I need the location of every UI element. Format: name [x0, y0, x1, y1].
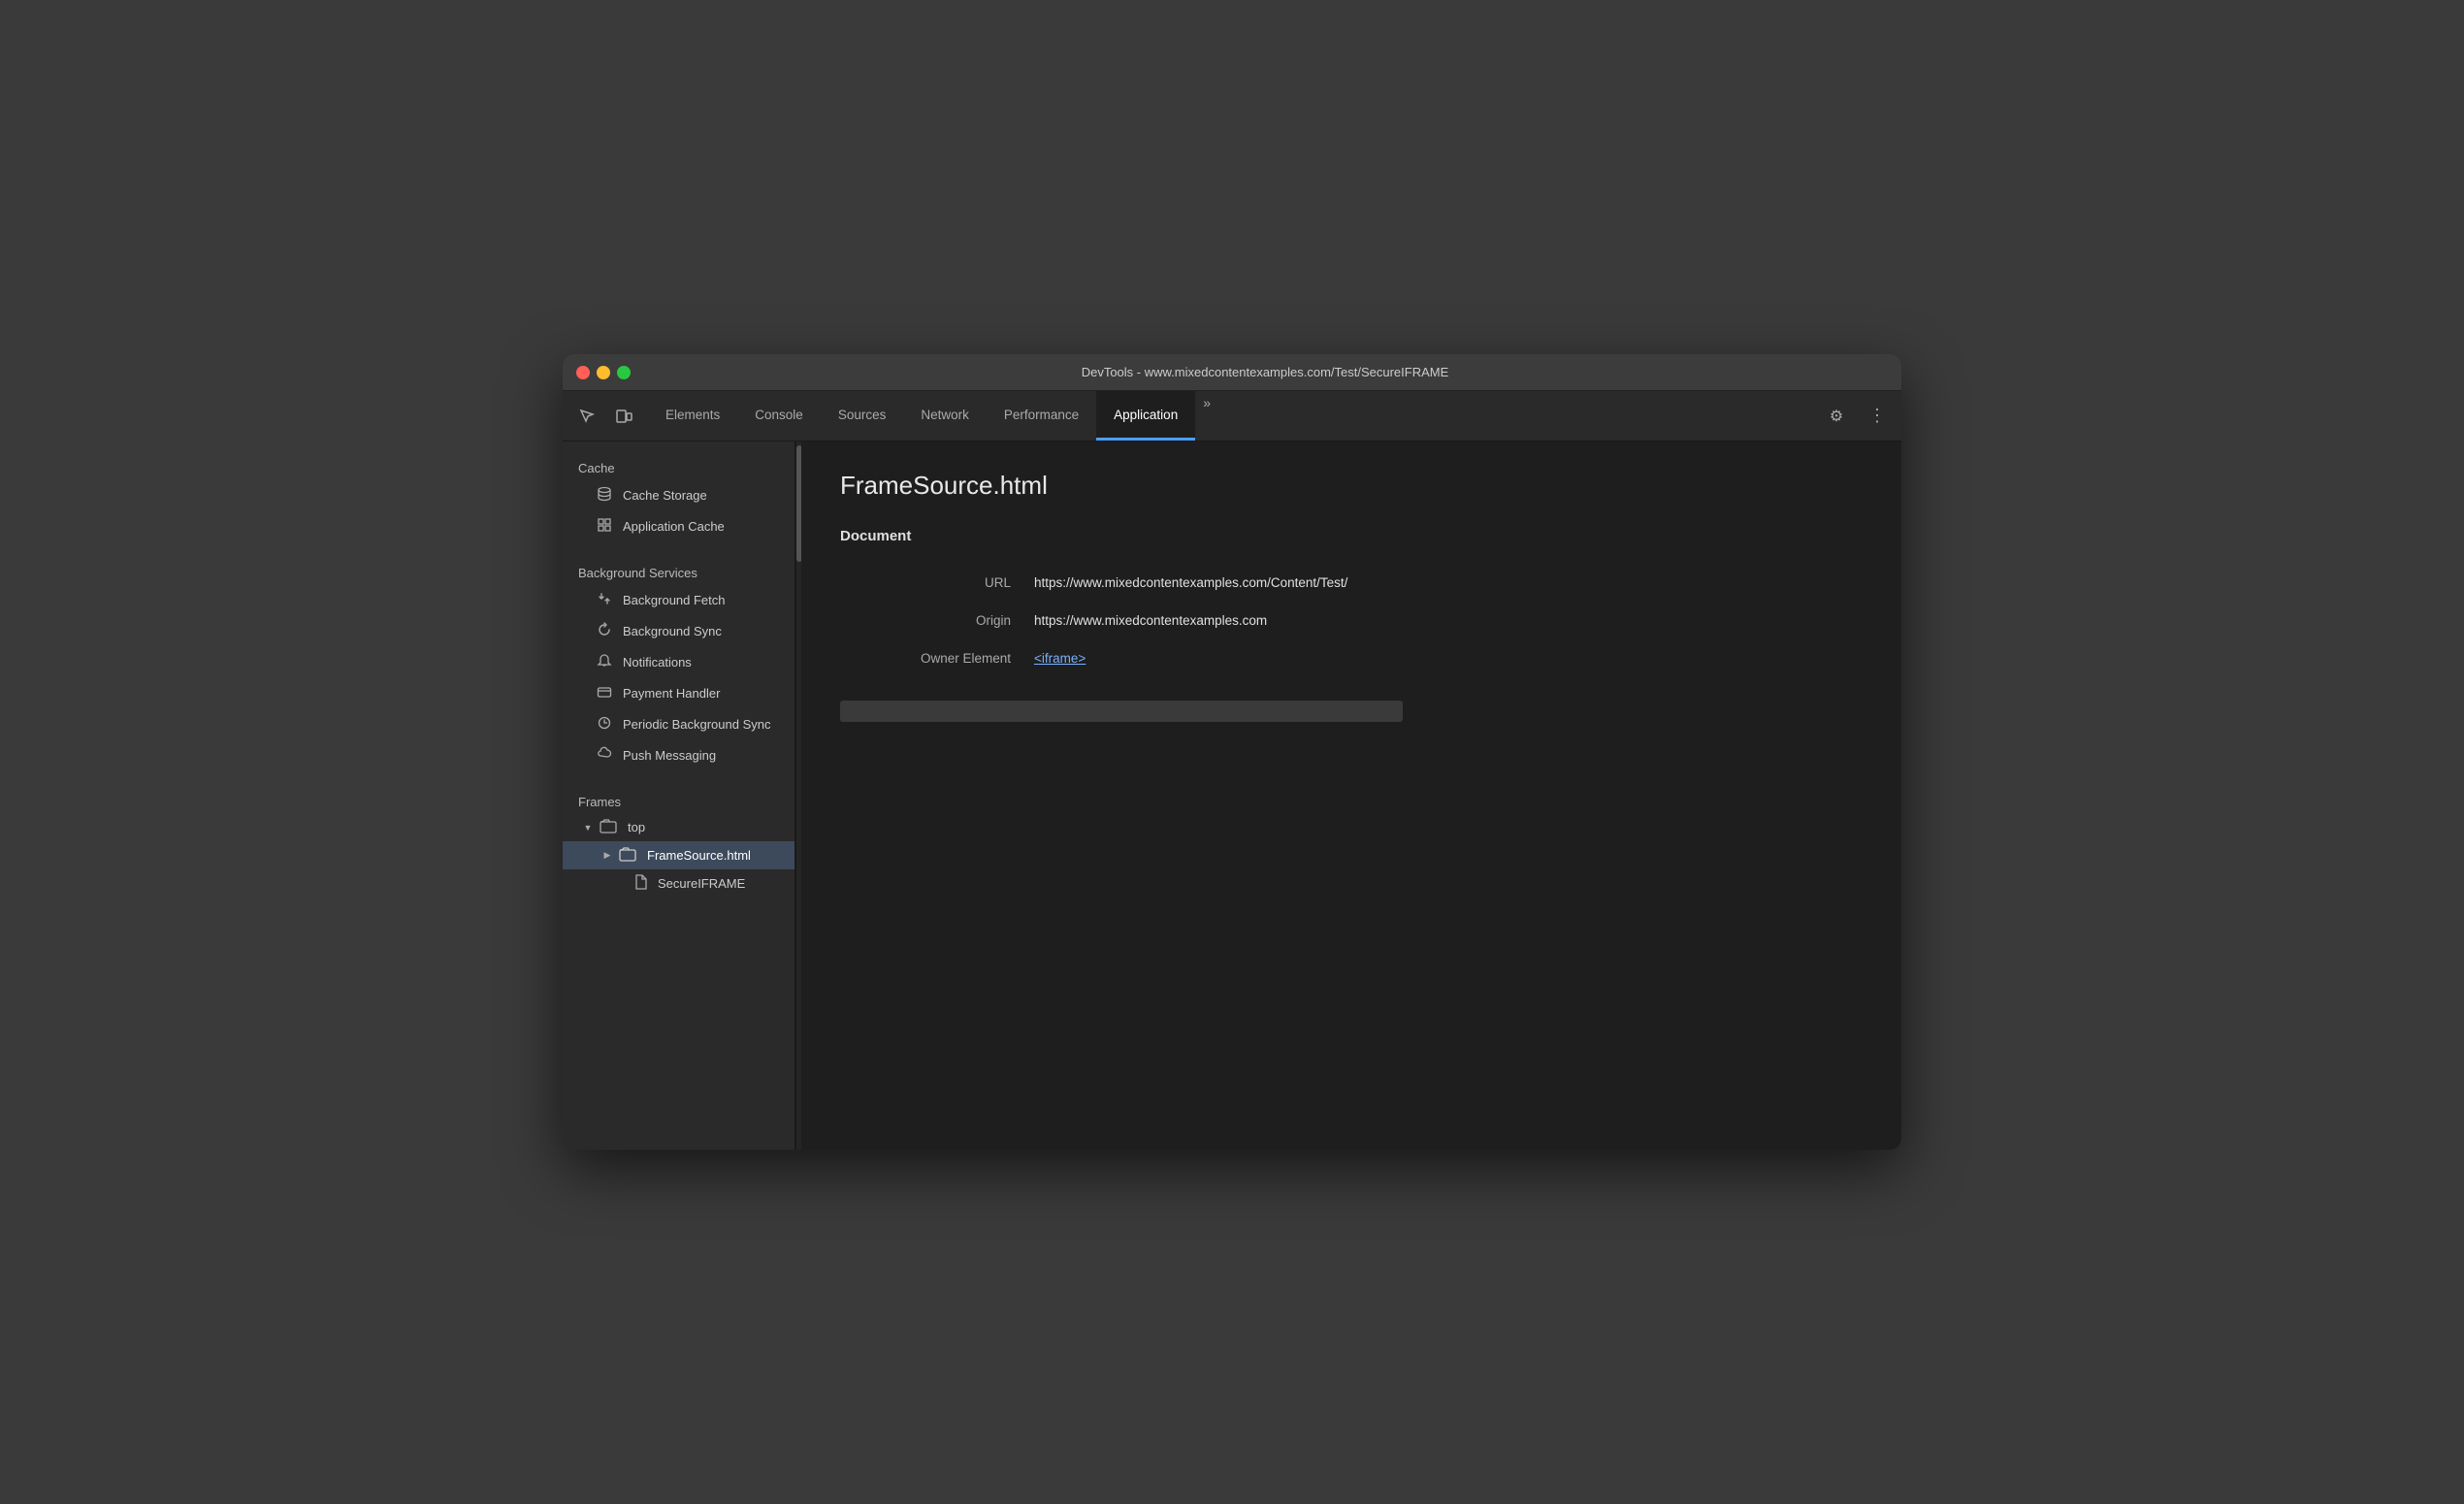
- arrows-icon: [596, 591, 613, 609]
- owner-label: Owner Element: [840, 651, 1034, 666]
- clock-icon: [596, 715, 613, 734]
- content-panel: FrameSource.html Document URL https://ww…: [801, 441, 1901, 1150]
- toolbar-right: ⚙ ⋮: [1820, 400, 1894, 433]
- grid-icon: [596, 517, 613, 536]
- application-cache-label: Application Cache: [623, 519, 725, 534]
- owner-element-link[interactable]: <iframe>: [1034, 651, 1086, 666]
- cache-storage-label: Cache Storage: [623, 488, 707, 503]
- owner-value: <iframe>: [1034, 651, 1863, 666]
- tab-console[interactable]: Console: [737, 391, 821, 441]
- tab-sources[interactable]: Sources: [821, 391, 904, 441]
- tab-network[interactable]: Network: [903, 391, 987, 441]
- more-options-icon: ⋮: [1868, 406, 1886, 426]
- main-content: Cache Cache Storage: [563, 441, 1901, 1150]
- origin-row: Origin https://www.mixedcontentexamples.…: [840, 602, 1863, 639]
- sidebar-item-background-sync[interactable]: Background Sync: [567, 616, 791, 646]
- tree-item-framesource[interactable]: FrameSource.html: [563, 841, 794, 869]
- push-messaging-label: Push Messaging: [623, 748, 716, 763]
- sidebar-item-periodic-bg-sync[interactable]: Periodic Background Sync: [567, 709, 791, 739]
- maximize-button[interactable]: [617, 366, 631, 379]
- origin-value: https://www.mixedcontentexamples.com: [1034, 613, 1863, 628]
- url-value: https://www.mixedcontentexamples.com/Con…: [1034, 575, 1863, 590]
- tree-top-label: top: [628, 820, 645, 834]
- bell-icon: [596, 653, 613, 671]
- sidebar-cache-heading: Cache: [563, 453, 794, 479]
- devtools-window: DevTools - www.mixedcontentexamples.com/…: [563, 354, 1901, 1150]
- tree-item-top[interactable]: top: [563, 813, 794, 841]
- owner-row: Owner Element <iframe>: [840, 639, 1863, 677]
- tab-performance[interactable]: Performance: [987, 391, 1096, 441]
- periodic-bg-sync-label: Periodic Background Sync: [623, 717, 770, 732]
- sidebar-item-background-fetch[interactable]: Background Fetch: [567, 585, 791, 615]
- inspect-icon[interactable]: [570, 400, 603, 433]
- document-section-title: Document: [840, 528, 1863, 544]
- background-fetch-label: Background Fetch: [623, 593, 726, 607]
- folder-icon-top: [600, 818, 617, 836]
- minimize-button[interactable]: [597, 366, 610, 379]
- sync-icon: [596, 622, 613, 640]
- background-sync-label: Background Sync: [623, 624, 722, 638]
- database-icon: [596, 486, 613, 505]
- sidebar-item-cache-storage[interactable]: Cache Storage: [567, 480, 791, 510]
- folder-icon-framesource: [619, 846, 636, 865]
- toolbar: Elements Console Sources Network Perform…: [563, 391, 1901, 441]
- payment-handler-label: Payment Handler: [623, 686, 720, 701]
- sidebar-item-payment-handler[interactable]: Payment Handler: [567, 678, 791, 708]
- settings-icon: ⚙: [1830, 407, 1843, 426]
- page-title: FrameSource.html: [840, 471, 1863, 501]
- cloud-icon: [596, 746, 613, 765]
- content-inner: FrameSource.html Document URL https://ww…: [801, 441, 1901, 751]
- more-tabs-button[interactable]: »: [1195, 391, 1218, 441]
- toolbar-tabs: Elements Console Sources Network Perform…: [648, 391, 1218, 441]
- more-options-button[interactable]: ⋮: [1861, 400, 1894, 433]
- toolbar-icon-group: [570, 400, 640, 433]
- sidebar: Cache Cache Storage: [563, 441, 795, 1150]
- close-button[interactable]: [576, 366, 590, 379]
- sidebar-frames-heading: Frames: [563, 787, 794, 813]
- url-label: URL: [840, 575, 1034, 590]
- sidebar-item-application-cache[interactable]: Application Cache: [567, 511, 791, 541]
- tree-item-secureiframe[interactable]: SecureIFRAME: [563, 869, 794, 898]
- traffic-lights: [576, 366, 631, 379]
- card-icon: [596, 684, 613, 703]
- framesource-label: FrameSource.html: [647, 848, 751, 863]
- titlebar: DevTools - www.mixedcontentexamples.com/…: [563, 354, 1901, 391]
- sidebar-item-push-messaging[interactable]: Push Messaging: [567, 740, 791, 770]
- file-icon-secureiframe: [634, 874, 647, 893]
- tree-arrow-framesource: [601, 850, 613, 862]
- notifications-label: Notifications: [623, 655, 692, 670]
- tab-elements[interactable]: Elements: [648, 391, 737, 441]
- device-icon[interactable]: [607, 400, 640, 433]
- sidebar-bg-services-heading: Background Services: [563, 558, 794, 584]
- settings-button[interactable]: ⚙: [1820, 400, 1853, 433]
- content-progress-bar: [840, 701, 1403, 722]
- origin-label: Origin: [840, 613, 1034, 628]
- sidebar-item-notifications[interactable]: Notifications: [567, 647, 791, 677]
- window-title: DevTools - www.mixedcontentexamples.com/…: [642, 365, 1888, 379]
- tab-application[interactable]: Application: [1096, 391, 1195, 441]
- url-row: URL https://www.mixedcontentexamples.com…: [840, 564, 1863, 602]
- tree-arrow-top: [582, 822, 594, 834]
- secureiframe-label: SecureIFRAME: [658, 876, 745, 891]
